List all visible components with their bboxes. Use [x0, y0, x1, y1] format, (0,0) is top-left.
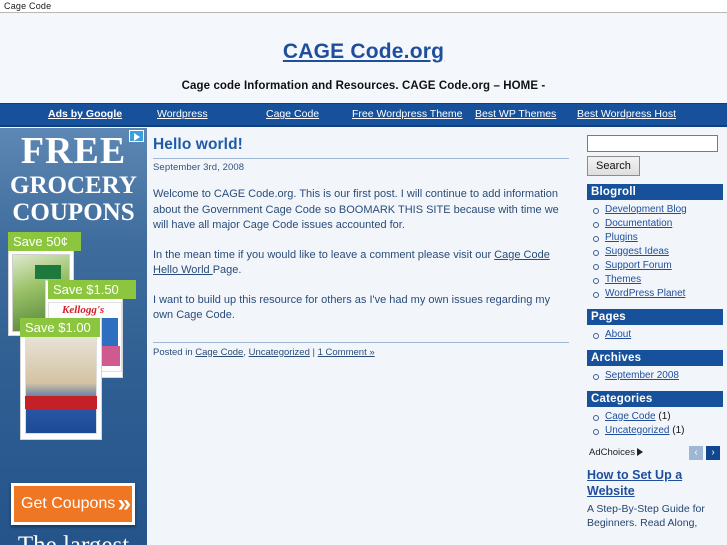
list-item: Support Forum: [587, 259, 723, 273]
list-item: September 2008: [587, 369, 723, 383]
ad-headline-grocery: GROCERY: [10, 172, 137, 199]
kelloggs-logo: Kellogg's: [62, 304, 105, 316]
widget-title-archives: Archives: [587, 349, 723, 366]
pages-list: About: [587, 328, 723, 342]
list-item: Development Blog: [587, 203, 723, 217]
post-meta-category-cage-code[interactable]: Cage Code: [195, 347, 243, 358]
ad-next-arrow-icon[interactable]: ›: [706, 445, 720, 460]
navbar-links: Ads by Google Wordpress Cage Code Free W…: [0, 104, 727, 126]
widget-title-blogroll: Blogroll: [587, 183, 723, 200]
site-tagline: Cage code Information and Resources. CAG…: [181, 80, 546, 92]
category-link-uncategorized[interactable]: Uncategorized: [605, 425, 669, 436]
post-para2-text-after: Page.: [212, 264, 242, 276]
sidebar-ad-description: A Step-By-Step Guide for Beginners. Read…: [587, 502, 705, 529]
adchoices-label[interactable]: AdChoices: [589, 447, 643, 458]
post-paragraph-1: Welcome to CAGE Code.org. This is our fi…: [153, 188, 559, 231]
nav-item-best-wordpress-host[interactable]: Best Wordpress Host: [577, 108, 676, 120]
list-item: Suggest Ideas: [587, 245, 723, 259]
blogroll-list: Development Blog Documentation Plugins S…: [587, 203, 723, 301]
blogroll-link-suggest-ideas[interactable]: Suggest Ideas: [605, 246, 669, 257]
search-widget: Search: [587, 128, 723, 176]
list-item: WordPress Planet: [587, 287, 723, 301]
main-content: Hello world! September 3rd, 2008 Welcome…: [147, 128, 583, 545]
widget-title-categories: Categories: [587, 390, 723, 407]
ad-footer-text: The largest: [0, 532, 147, 545]
search-button[interactable]: Search: [587, 155, 640, 176]
post-meta-prefix: Posted in: [153, 346, 196, 358]
left-ad-banner[interactable]: FREE GROCERY COUPONS Save 50¢ Kellogg's …: [0, 128, 147, 545]
adchoices-text: AdChoices: [589, 446, 635, 458]
pages-link-about[interactable]: About: [605, 329, 631, 340]
save-label-2: Save $1.50: [48, 280, 136, 299]
cookie-product-image: [25, 336, 97, 434]
browser-tab-title[interactable]: Cage Code: [4, 1, 51, 11]
blogroll-link-themes[interactable]: Themes: [605, 274, 641, 285]
blogroll-link-documentation[interactable]: Documentation: [605, 218, 672, 229]
nav-item-cage-code[interactable]: Cage Code: [266, 108, 319, 120]
list-item: Documentation: [587, 217, 723, 231]
post-meta-category-uncategorized[interactable]: Uncategorized: [249, 347, 310, 358]
list-item: Plugins: [587, 231, 723, 245]
get-coupons-button[interactable]: Get Coupons »: [11, 483, 135, 525]
adchoices-row: AdChoices ‹ ›: [587, 445, 723, 462]
adchoices-triangle-icon: [636, 447, 643, 456]
category-count-cage-code: (1): [658, 410, 671, 422]
blogroll-link-wordpress-planet[interactable]: WordPress Planet: [605, 288, 685, 299]
blogroll-link-plugins[interactable]: Plugins: [605, 232, 638, 243]
list-item: About: [587, 328, 723, 342]
nav-item-ads-by-google[interactable]: Ads by Google: [48, 108, 122, 120]
save-label-3: Save $1.00: [20, 318, 100, 337]
list-item: Themes: [587, 273, 723, 287]
ad-prev-arrow-icon[interactable]: ‹: [689, 445, 703, 460]
save-label-1: Save 50¢: [8, 232, 81, 251]
nav-item-wordpress[interactable]: Wordpress: [157, 108, 208, 120]
blogroll-link-support-forum[interactable]: Support Forum: [605, 260, 672, 271]
list-item: Uncategorized (1): [587, 424, 723, 438]
blogroll-link-development-blog[interactable]: Development Blog: [605, 204, 687, 215]
site-title-link[interactable]: CAGE Code.org: [0, 40, 727, 64]
post-date: September 3rd, 2008: [153, 162, 245, 173]
categories-list: Cage Code (1) Uncategorized (1): [587, 410, 723, 438]
nav-item-free-wordpress-theme[interactable]: Free Wordpress Theme: [352, 108, 463, 120]
post-meta-sep-2: |: [309, 346, 318, 358]
category-link-cage-code[interactable]: Cage Code: [605, 411, 656, 422]
category-count-uncategorized: (1): [672, 424, 685, 436]
post-para2-text-before: In the mean time if you would like to le…: [153, 248, 495, 261]
get-coupons-label: Get Coupons: [21, 495, 116, 512]
page-root: Cage Code CAGE Code.org Cage code Inform…: [0, 0, 727, 545]
list-item: Cage Code (1): [587, 410, 723, 424]
post-body: Welcome to CAGE Code.org. This is our fi…: [153, 187, 569, 324]
post-comments-link[interactable]: 1 Comment »: [318, 347, 375, 358]
ad-headline-coupons: COUPONS: [12, 199, 135, 226]
primary-navbar: Ads by Google Wordpress Cage Code Free W…: [0, 103, 727, 127]
site-header: CAGE Code.org Cage code Information and …: [0, 14, 727, 103]
double-chevron-icon: »: [117, 490, 132, 517]
browser-tab-strip: Cage Code: [0, 0, 727, 13]
post-meta: Posted in Cage Code, Uncategorized | 1 C…: [153, 341, 569, 358]
archives-link-september-2008[interactable]: September 2008: [605, 370, 679, 381]
ad-headline-free: FREE: [20, 130, 127, 172]
archives-list: September 2008: [587, 369, 723, 383]
sidebar-ad-headline[interactable]: How to Set Up a Website: [587, 467, 723, 499]
nav-item-best-wp-themes[interactable]: Best WP Themes: [475, 108, 556, 120]
post-title: Hello world!: [153, 136, 569, 159]
cookie-product-band: [25, 396, 97, 409]
widget-title-pages: Pages: [587, 308, 723, 325]
post-paragraph-2: In the mean time if you would like to le…: [153, 248, 569, 279]
right-sidebar: Search Blogroll Development Blog Documen…: [583, 128, 727, 545]
search-input[interactable]: [587, 134, 718, 152]
post-paragraph-3: I want to build up this resource for oth…: [153, 293, 551, 322]
